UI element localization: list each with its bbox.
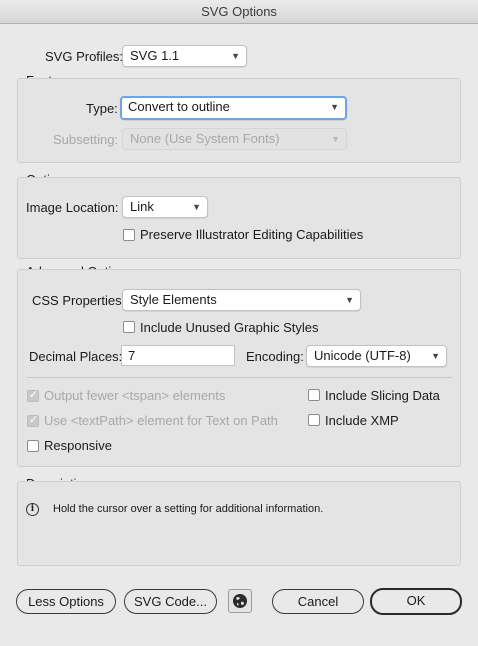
- fewer-tspan-label: Output fewer <tspan> elements: [44, 388, 226, 403]
- fewer-tspan-checkbox: [27, 388, 39, 402]
- info-icon: i: [26, 503, 39, 516]
- font-type-value: Convert to outline: [128, 99, 230, 114]
- svg-profiles-label: SVG Profiles:: [45, 49, 124, 64]
- ok-button[interactable]: OK: [370, 588, 462, 615]
- less-options-button[interactable]: Less Options: [16, 589, 116, 614]
- description-group: [17, 481, 461, 566]
- chevron-down-icon: ▼: [331, 134, 340, 144]
- globe-icon: [233, 594, 247, 608]
- slicing-data-label: Include Slicing Data: [325, 388, 440, 403]
- globe-icon-button[interactable]: [228, 589, 252, 613]
- include-xmp-label: Include XMP: [325, 413, 399, 428]
- decimal-places-input[interactable]: 7: [121, 345, 235, 366]
- image-location-value: Link: [130, 199, 154, 214]
- slicing-data-checkbox[interactable]: [308, 389, 320, 401]
- preserve-editing-checkbox[interactable]: [123, 229, 135, 241]
- svg-profiles-select[interactable]: SVG 1.1 ▼: [122, 45, 247, 67]
- encoding-select[interactable]: Unicode (UTF-8) ▼: [306, 345, 447, 367]
- font-type-select[interactable]: Convert to outline ▼: [120, 96, 347, 120]
- svg-code-button[interactable]: SVG Code...: [124, 589, 217, 614]
- cancel-button[interactable]: Cancel: [272, 589, 364, 614]
- css-properties-label: CSS Properties:: [32, 293, 126, 308]
- responsive-checkbox[interactable]: [27, 440, 39, 452]
- chevron-down-icon: ▼: [330, 102, 339, 112]
- unused-styles-label: Include Unused Graphic Styles: [140, 320, 319, 335]
- encoding-label: Encoding:: [246, 349, 304, 364]
- decimal-places-label: Decimal Places:: [29, 349, 123, 364]
- responsive-label: Responsive: [44, 438, 112, 453]
- textpath-label: Use <textPath> element for Text on Path: [44, 413, 278, 428]
- subsetting-label: Subsetting:: [53, 132, 119, 147]
- subsetting-value: None (Use System Fonts): [130, 131, 280, 146]
- options-group: [17, 177, 461, 259]
- image-location-label: Image Location:: [26, 200, 119, 215]
- chevron-down-icon: ▼: [192, 202, 201, 212]
- chevron-down-icon: ▼: [231, 51, 240, 61]
- css-properties-value: Style Elements: [130, 292, 217, 307]
- subsetting-select: None (Use System Fonts) ▼: [122, 128, 347, 150]
- css-properties-select[interactable]: Style Elements ▼: [122, 289, 361, 311]
- preserve-editing-label: Preserve Illustrator Editing Capabilitie…: [140, 227, 364, 242]
- svg-profiles-value: SVG 1.1: [130, 48, 180, 63]
- include-xmp-checkbox[interactable]: [308, 414, 320, 426]
- textpath-checkbox: [27, 413, 39, 427]
- advanced-separator: [27, 377, 452, 378]
- encoding-value: Unicode (UTF-8): [314, 348, 411, 363]
- description-text: Hold the cursor over a setting for addit…: [53, 503, 324, 515]
- chevron-down-icon: ▼: [345, 295, 354, 305]
- image-location-select[interactable]: Link ▼: [122, 196, 208, 218]
- unused-styles-checkbox[interactable]: [123, 321, 135, 333]
- chevron-down-icon: ▼: [431, 351, 440, 361]
- fonts-group: [17, 78, 461, 163]
- window-title: SVG Options: [0, 0, 478, 24]
- font-type-label: Type:: [86, 101, 118, 116]
